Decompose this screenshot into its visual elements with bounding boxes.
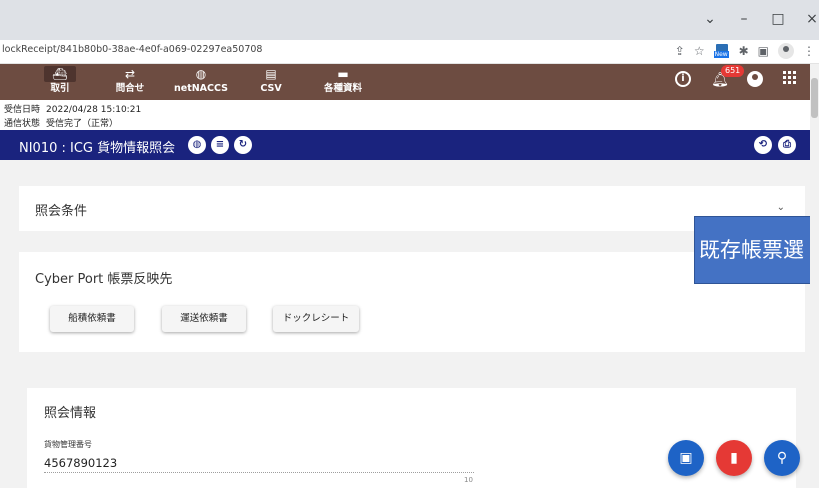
received-datetime: 受信日時 2022/04/28 15:10:21 xyxy=(4,102,147,115)
nav-item-label: 各種資料 xyxy=(323,83,362,94)
nav-item-trade[interactable]: ⛴ 取引 xyxy=(44,66,76,98)
new-extension-icon[interactable]: New xyxy=(713,43,730,59)
conditions-title: 照会条件 xyxy=(35,204,88,219)
nav-item-label: CSV xyxy=(260,83,282,94)
existing-forms-banner[interactable]: 既存帳票選 xyxy=(694,216,819,284)
dock-receipt-button[interactable]: ドックレシート xyxy=(273,306,359,332)
cyberport-panel: Cyber Port 帳票反映先 xyxy=(19,252,805,352)
side-panel-icon[interactable]: ▣ xyxy=(758,43,769,59)
info-title: 照会情報 xyxy=(44,406,97,421)
url-field[interactable]: lockReceipt/841b80b0-38ae-4e0f-a069-0229… xyxy=(2,44,262,55)
share-icon[interactable]: ⇪ xyxy=(675,43,685,59)
trash-icon: ▮ xyxy=(730,450,738,466)
maximize-button[interactable]: □ xyxy=(761,8,795,30)
nav-item-label: netNACCS xyxy=(173,83,228,94)
notification-bell-icon[interactable]: 🔔︎ 651 xyxy=(711,65,745,89)
bookmark-star-icon[interactable]: ☆ xyxy=(694,43,705,59)
window-titlebar: ⌄ – □ × xyxy=(0,0,819,40)
refresh-icon[interactable]: ↻ xyxy=(234,136,252,154)
card-action-button[interactable]: ▣ xyxy=(668,440,704,476)
profile-icon[interactable] xyxy=(778,43,794,59)
search-icon: ⚲ xyxy=(776,450,788,466)
minimize-button[interactable]: – xyxy=(727,8,761,30)
nav-item-csv[interactable]: ▤ CSV xyxy=(258,66,284,98)
input-underline xyxy=(44,472,474,473)
nav-item-netnaccs[interactable]: ◍ netNACCS xyxy=(172,66,230,98)
id-card-icon: ▣ xyxy=(679,450,693,466)
globe-icon[interactable]: ◍ xyxy=(188,136,206,154)
nav-item-documents[interactable]: ▬ 各種資料 xyxy=(318,66,368,98)
nav-item-label: 取引 xyxy=(50,83,70,94)
tab-search-icon[interactable]: ⌄ xyxy=(693,8,727,30)
swap-arrows-icon: ⇄ xyxy=(124,67,136,81)
app-nav-bar: ⛴ 取引 ⇄ 問合せ ◍ netNACCS ▤ CSV ▬ 各種資料 i 🔔︎ 6… xyxy=(0,64,819,100)
apps-grid-icon[interactable] xyxy=(783,71,801,89)
address-bar: lockReceipt/841b80b0-38ae-4e0f-a069-0229… xyxy=(0,40,819,64)
status-label: 通信状態 xyxy=(4,119,41,129)
history-icon[interactable]: ⟲ xyxy=(754,136,772,154)
page-title: NI010 : ICG 貨物情報照会 xyxy=(19,141,176,156)
received-label: 受信日時 xyxy=(4,105,41,115)
account-icon[interactable] xyxy=(747,71,765,89)
communication-status: 通信状態 受信完了（正常） xyxy=(4,116,124,129)
info-icon[interactable]: i xyxy=(675,71,693,89)
print-icon[interactable]: ⎙ xyxy=(778,136,796,154)
notification-badge: 651 xyxy=(721,65,745,77)
cargo-number-input[interactable]: 4567890123 xyxy=(44,456,117,470)
cargo-number-label: 貨物管理番号 xyxy=(44,440,92,449)
extensions-puzzle-icon[interactable]: ✱ xyxy=(739,43,749,59)
char-counter: 10 xyxy=(464,476,473,484)
ship-request-button[interactable]: 船積依頼書 xyxy=(50,306,134,332)
nav-item-inquiry[interactable]: ⇄ 問合せ xyxy=(112,66,148,98)
scrollbar[interactable] xyxy=(810,64,819,488)
chevron-down-icon[interactable]: ⌄ xyxy=(777,202,785,213)
close-button[interactable]: × xyxy=(795,8,819,30)
message-icon[interactable]: ≡ xyxy=(211,136,229,154)
received-value: 2022/04/28 15:10:21 xyxy=(46,105,142,115)
globe-icon: ◍ xyxy=(195,67,207,81)
conditions-panel[interactable]: 照会条件 ⌄ xyxy=(19,186,805,231)
nav-item-label: 問合せ xyxy=(115,83,145,94)
file-export-icon: ▤ xyxy=(265,67,277,81)
ship-icon: ⛴ xyxy=(44,66,76,82)
search-button[interactable]: ⚲ xyxy=(764,440,800,476)
browser-menu-icon[interactable]: ⋮ xyxy=(803,43,815,59)
scrollbar-thumb[interactable] xyxy=(811,78,818,118)
delete-button[interactable]: ▮ xyxy=(716,440,752,476)
page-header: NI010 : ICG 貨物情報照会 ◍ ≡ ↻ ⟲ ⎙ xyxy=(0,130,810,160)
transport-request-button[interactable]: 運送依頼書 xyxy=(162,306,246,332)
folder-icon: ▬ xyxy=(337,67,349,81)
cyberport-title: Cyber Port 帳票反映先 xyxy=(35,272,173,287)
status-value: 受信完了（正常） xyxy=(46,119,119,129)
